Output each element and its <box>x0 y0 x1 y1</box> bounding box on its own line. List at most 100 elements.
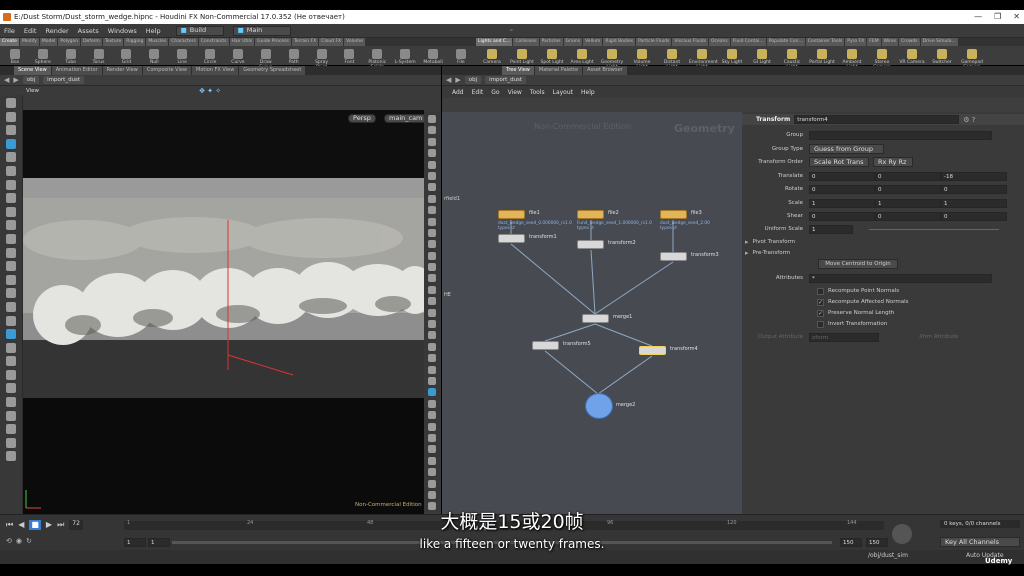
node-transform2[interactable]: transform2 <box>577 240 636 249</box>
move-centroid-button[interactable]: Move Centroid to Origin <box>818 259 898 269</box>
capture-icon[interactable] <box>6 437 16 448</box>
shelf-tab-cloud-fx[interactable]: Cloud FX <box>319 38 344 46</box>
net-forward-icon[interactable]: ▶ <box>455 76 460 84</box>
render-icon[interactable] <box>6 261 16 272</box>
node-merge2[interactable]: merge2 <box>585 393 635 419</box>
shelf-tab-constraints[interactable]: Constraints <box>198 38 229 46</box>
help-search-icon[interactable]: ⌕ <box>510 26 514 35</box>
wire-icon[interactable] <box>428 149 436 158</box>
shelf-tab-fem[interactable]: FEM <box>867 38 881 46</box>
translate-x[interactable]: 0 <box>809 171 875 181</box>
snap-icon[interactable] <box>6 424 16 435</box>
shelf-tab-rigging[interactable]: Rigging <box>124 38 146 46</box>
frame-icon[interactable] <box>428 126 436 135</box>
sculpt-icon[interactable] <box>6 193 16 204</box>
toggle-icon[interactable] <box>428 445 436 454</box>
camera-persp-menu[interactable]: Persp <box>348 114 376 123</box>
group-field[interactable] <box>809 130 992 140</box>
viewer-tab-motion-fx-view[interactable]: Motion FX View <box>192 66 239 75</box>
network-menu-tools[interactable]: Tools <box>530 89 545 96</box>
path-import-dust[interactable]: import_dust <box>43 76 85 84</box>
net-back-icon[interactable]: ◀ <box>446 76 451 84</box>
maximize-button[interactable]: ❐ <box>994 12 1001 21</box>
view-icon[interactable] <box>428 456 436 465</box>
select-icon[interactable] <box>6 98 16 108</box>
node-file2[interactable]: file2 Fund_wedge_seed_1.000000_rs1.0 types… <box>577 210 652 231</box>
shelf-tab-lights-and-c[interactable]: Lights and C... <box>476 38 513 46</box>
align-icon[interactable] <box>428 468 436 477</box>
forward-icon[interactable]: ▶ <box>13 76 18 84</box>
viewer-tab-scene-view[interactable]: Scene View <box>14 66 51 75</box>
net-path-obj[interactable]: obj <box>464 76 482 84</box>
shelf-tab-model[interactable]: Model <box>39 38 58 46</box>
shelf-tab-characters[interactable]: Characters <box>169 38 198 46</box>
move-icon[interactable] <box>6 111 16 122</box>
fog-icon[interactable] <box>428 228 436 237</box>
node-file3[interactable]: file3 dust_wedge_seed_2.00 types ↺ <box>660 210 710 231</box>
check-invert-transformation[interactable]: Invert Transformation <box>817 319 1024 329</box>
node-transform4[interactable]: transform4 <box>639 346 698 355</box>
ruler-icon[interactable] <box>6 315 16 326</box>
shelf-tab-particles[interactable]: Particles <box>539 38 563 46</box>
light-icon[interactable] <box>6 247 16 258</box>
menu-help[interactable]: Help <box>146 27 161 35</box>
shelf-tab-muscles[interactable]: Muscles <box>146 38 169 46</box>
camera-icon[interactable] <box>6 233 16 244</box>
shelf-tab-drive-simula[interactable]: Drive Simula... <box>920 38 958 46</box>
vectors-icon[interactable] <box>428 308 436 317</box>
scale-x[interactable]: 1 <box>809 198 875 208</box>
shelf-tab-container-tools[interactable]: Container Tools <box>805 38 845 46</box>
shelf-tab-vellum[interactable]: Vellum <box>583 38 603 46</box>
build-desktop-select[interactable]: ■ Build <box>175 25 224 36</box>
pose-icon[interactable] <box>6 165 16 176</box>
flipbook-icon[interactable] <box>6 288 16 299</box>
pre-transform-folder[interactable]: ▸ Pre-Transform <box>745 248 1015 258</box>
network-menu-add[interactable]: Add <box>452 89 464 96</box>
node-merge1[interactable]: merge1 <box>582 314 632 323</box>
shear-z[interactable]: 0 <box>941 211 1007 221</box>
snap-icon[interactable] <box>428 376 436 385</box>
prims-icon[interactable] <box>428 285 436 294</box>
rotate-x[interactable]: 0 <box>809 184 875 194</box>
ghost-icon[interactable] <box>428 160 436 169</box>
handle-icon[interactable] <box>6 152 16 163</box>
check-recompute-point-normals[interactable]: Recompute Point Normals <box>817 286 1024 296</box>
rotate-z[interactable]: 0 <box>941 184 1007 194</box>
shelf-tab-modify[interactable]: Modify <box>19 38 39 46</box>
output-attribute-field[interactable]: xform <box>809 332 879 342</box>
network-menu-layout[interactable]: Layout <box>553 89 573 96</box>
check-preserve-normal-length[interactable]: ✓ Preserve Normal Length <box>817 308 1024 318</box>
check-recompute-affected-normals[interactable]: ✓ Recompute Affected Normals <box>817 297 1024 307</box>
shelf-tab-wires[interactable]: Wires <box>881 38 899 46</box>
viewer-tab-geometry-spreadsheet[interactable]: Geometry Spreadsheet <box>239 66 306 75</box>
menu-render[interactable]: Render <box>45 27 68 35</box>
node-transform3[interactable]: transform3 <box>660 252 719 261</box>
wire-icon[interactable] <box>6 342 16 353</box>
shelf-tab-rigid-bodies[interactable]: Rigid Bodies <box>603 38 636 46</box>
path-obj[interactable]: obj <box>22 76 40 84</box>
shear-y[interactable]: 0 <box>875 211 941 221</box>
selectable-icon[interactable] <box>428 411 436 420</box>
menu-windows[interactable]: Windows <box>108 27 137 35</box>
network-menu-help[interactable]: Help <box>581 89 595 96</box>
translate-z[interactable]: -18 <box>941 171 1007 181</box>
display-icon[interactable] <box>6 410 16 421</box>
shelf-tab-populate-con[interactable]: Populate Con... <box>766 38 805 46</box>
network-tab-asset-browser[interactable]: Asset Browser <box>583 66 627 75</box>
node-transform5[interactable]: transform5 <box>532 341 591 350</box>
ortho-icon[interactable] <box>428 171 436 180</box>
network-tab-tree-view[interactable]: Tree View <box>502 66 534 75</box>
group-type-select[interactable]: Guess from Group <box>809 144 884 154</box>
viewer-tab-composite-view[interactable]: Composite View <box>142 66 191 75</box>
net-path-import-dust[interactable]: import_dust <box>485 76 527 84</box>
scene-icon[interactable] <box>428 433 436 442</box>
shelf-tab-collisions[interactable]: Collisions <box>513 38 539 46</box>
display-icon[interactable] <box>428 388 436 397</box>
select-mode-icon[interactable]: ✥ ✦ ✧ <box>199 87 221 95</box>
node-file1[interactable]: file1 dust_wedge_seed_0.000000_rs1.0 types… <box>498 210 572 231</box>
measure-icon[interactable] <box>6 301 16 312</box>
light-icon[interactable] <box>428 206 436 215</box>
safe-icon[interactable] <box>428 342 436 351</box>
minimize-button[interactable]: — <box>974 12 982 21</box>
shelf-tab-deform[interactable]: Deform <box>81 38 102 46</box>
